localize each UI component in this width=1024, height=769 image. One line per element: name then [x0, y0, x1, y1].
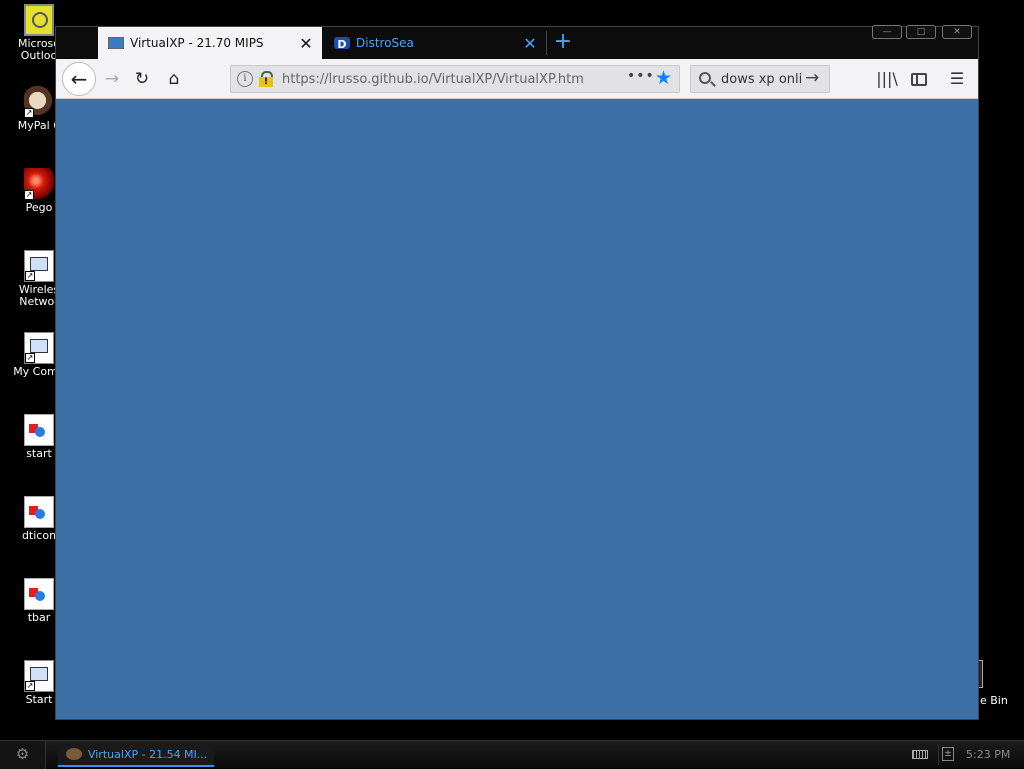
page-actions-button[interactable]: ••• — [627, 68, 655, 84]
shortcut-arrow-icon: ↗ — [25, 681, 35, 691]
library-button[interactable]: |||\ — [874, 65, 900, 93]
distrosea-favicon: D — [334, 37, 350, 51]
back-button[interactable]: ← — [62, 62, 96, 96]
taskbar-item-title: VirtualXP - 21.54 MI... — [88, 747, 208, 761]
keyboard-icon[interactable] — [912, 750, 928, 759]
close-window-button[interactable]: ✕ — [942, 25, 972, 39]
search-bar[interactable]: dows xp onli → — [690, 65, 830, 93]
reload-button[interactable]: ↻ — [128, 65, 156, 93]
document-shortcut-icon: ↗ — [24, 660, 54, 692]
forward-button[interactable]: → — [98, 65, 126, 93]
maximize-button[interactable]: □ — [906, 25, 936, 39]
shortcut-arrow-icon: ↗ — [24, 108, 34, 118]
tray-separator — [938, 745, 939, 765]
home-button[interactable]: ⌂ — [160, 65, 188, 93]
document-shortcut-icon: ↗ — [24, 250, 54, 282]
start-icon — [24, 496, 54, 528]
shortcut-arrow-icon: ↗ — [25, 353, 35, 363]
search-go-arrow-icon[interactable]: → — [805, 68, 819, 88]
shortcut-arrow-icon: ↗ — [24, 190, 34, 200]
url-text[interactable]: https://lrusso.github.io/VirtualXP/Virtu… — [282, 72, 584, 87]
tab-close-icon[interactable]: ✕ — [296, 34, 316, 53]
menu-button[interactable]: ☰ — [944, 65, 970, 93]
recycle-bin-label[interactable]: e Bin — [980, 694, 1008, 707]
virtualxp-favicon — [108, 37, 124, 49]
start-icon — [24, 578, 54, 610]
tab-distrosea[interactable]: D DistroSea ✕ — [324, 27, 546, 59]
page-content-virtualxp[interactable] — [56, 99, 978, 719]
outlook-icon — [24, 4, 54, 36]
pego-icon: ↗ — [24, 168, 54, 200]
bookmark-star-icon[interactable]: ★ — [655, 67, 672, 89]
insecure-lock-icon[interactable] — [259, 71, 273, 87]
tab-title: VirtualXP - 21.70 MIPS — [130, 36, 264, 50]
tab-virtualxp[interactable]: VirtualXP - 21.70 MIPS ✕ — [98, 27, 322, 59]
url-bar[interactable]: i https://lrusso.github.io/VirtualXP/Vir… — [230, 65, 680, 93]
navigation-toolbar: ← → ↻ ⌂ i https://lrusso.github.io/Virtu… — [56, 59, 978, 99]
taskbar: ⚙ VirtualXP - 21.54 MI... ± 5:23 PM — [0, 740, 1024, 769]
search-icon — [699, 72, 711, 84]
new-tab-button[interactable]: + — [550, 27, 576, 59]
browser-window: VirtualXP - 21.70 MIPS ✕ D DistroSea ✕ +… — [55, 25, 979, 720]
tab-close-icon[interactable]: ✕ — [520, 34, 540, 53]
minimize-button[interactable]: — — [872, 25, 902, 39]
mypal-icon: ↗ — [24, 86, 54, 118]
document-shortcut-icon: ↗ — [24, 332, 54, 364]
shortcut-arrow-icon: ↗ — [25, 271, 35, 281]
search-input[interactable]: dows xp onli — [721, 72, 803, 87]
clock[interactable]: 5:23 PM — [966, 748, 1010, 761]
info-icon[interactable]: i — [237, 71, 253, 87]
start-button[interactable]: ⚙ — [0, 741, 46, 769]
tab-title: DistroSea — [356, 36, 414, 50]
tab-bar: VirtualXP - 21.70 MIPS ✕ D DistroSea ✕ +… — [56, 25, 978, 59]
mypal-icon — [66, 748, 82, 760]
tab-separator — [546, 31, 547, 55]
network-icon[interactable]: ± — [942, 747, 954, 761]
start-icon — [24, 414, 54, 446]
sidebar-button[interactable] — [906, 65, 932, 93]
sidebar-icon — [911, 73, 927, 86]
taskbar-item-virtualxp[interactable]: VirtualXP - 21.54 MI... — [58, 743, 214, 767]
